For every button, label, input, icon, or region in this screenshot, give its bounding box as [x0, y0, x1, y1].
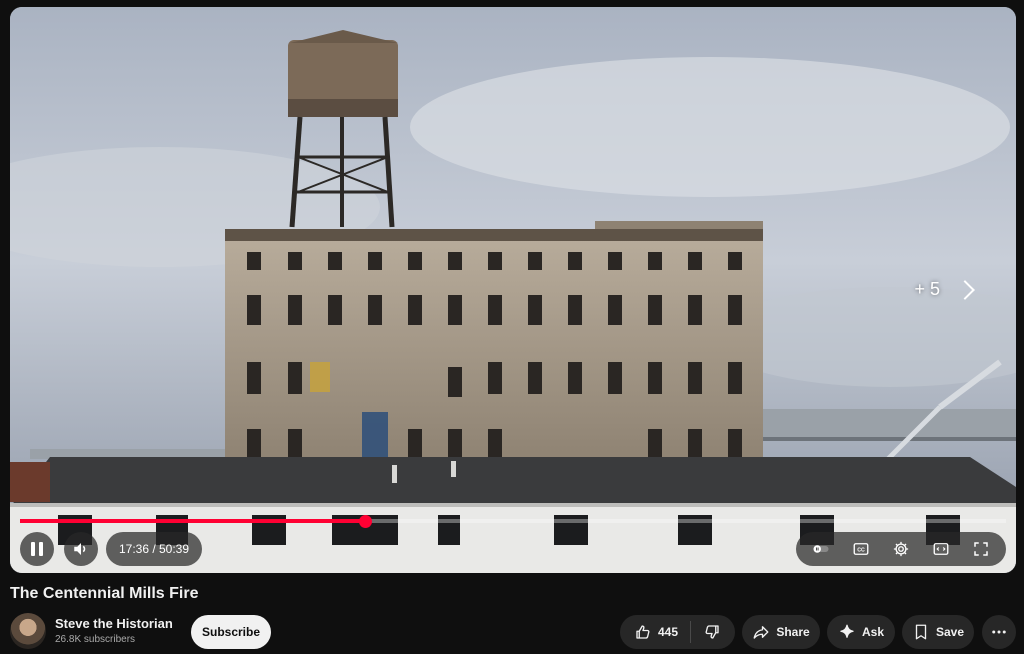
settings-gear-icon[interactable] — [892, 540, 910, 558]
progress-bar[interactable] — [20, 514, 1006, 528]
volume-icon — [74, 543, 86, 555]
share-arrow-icon — [753, 626, 769, 639]
bookmark-icon — [915, 624, 927, 640]
pause-icon — [31, 542, 43, 556]
autoplay-toggle-icon[interactable] — [812, 540, 830, 558]
sparkle-icon — [840, 624, 854, 638]
subscriber-count: 26.8K subscribers — [55, 634, 136, 645]
progress-fill — [20, 519, 366, 523]
progress-scrubber[interactable] — [359, 514, 373, 528]
fullscreen-icon[interactable] — [972, 540, 990, 558]
channel-name[interactable]: Steve the Historian — [55, 616, 173, 631]
video-frame — [10, 7, 1016, 573]
share-label: Share — [776, 625, 810, 639]
thumbs-down-icon[interactable] — [703, 623, 721, 641]
thumbs-up-icon[interactable] — [634, 623, 652, 641]
more-videos-count: + 5 — [914, 279, 940, 299]
time-display: 17:36 / 50:39 — [106, 532, 202, 566]
save-button[interactable]: Save — [902, 615, 974, 649]
subscribe-button[interactable]: Subscribe — [191, 615, 271, 649]
volume-button[interactable] — [64, 532, 98, 566]
video-player[interactable]: + 5 17:36 / 50:39 CC — [10, 7, 1016, 573]
pause-button[interactable] — [20, 532, 54, 566]
player-right-controls: CC — [796, 532, 1006, 566]
more-horizontal-icon — [992, 630, 1006, 634]
like-divider — [690, 621, 692, 643]
channel-row: Steve the Historian 26.8K subscribers Su… — [10, 613, 1016, 651]
chevron-right-icon[interactable] — [955, 279, 975, 300]
channel-avatar[interactable] — [10, 613, 46, 649]
video-title: The Centennial Mills Fire — [10, 585, 199, 602]
more-videos-overlay[interactable]: + 5 — [914, 279, 975, 300]
like-count[interactable]: 445 — [658, 625, 678, 639]
ask-button[interactable]: Ask — [827, 615, 895, 649]
share-button[interactable]: Share — [742, 615, 820, 649]
captions-icon[interactable]: CC — [851, 540, 871, 558]
svg-text:CC: CC — [857, 548, 865, 554]
ask-label: Ask — [861, 625, 884, 639]
like-dislike-group: 445 — [620, 615, 735, 649]
miniplayer-icon[interactable] — [931, 540, 951, 558]
more-actions-button[interactable] — [982, 615, 1016, 649]
save-label: Save — [935, 625, 965, 639]
